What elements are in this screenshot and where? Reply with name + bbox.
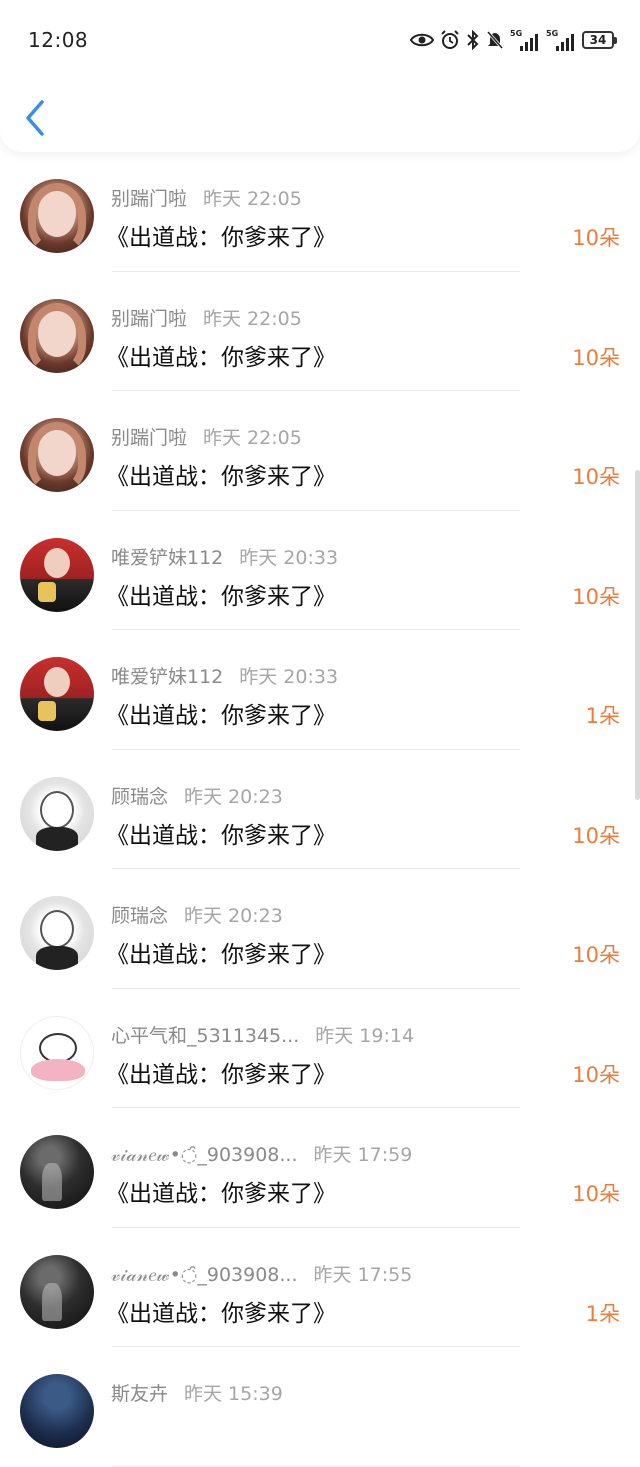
timestamp: 昨天 19:14 [315, 1024, 415, 1047]
list-item[interactable]: 顾瑞念 昨天 20:23 《出道战：你爹来了》 10朵 [0, 750, 640, 869]
top-bar: 12:08 5G 5G 34 [0, 0, 640, 152]
user-name[interactable]: 心平气和_5311345... [111, 1025, 299, 1047]
mute-bell-icon [486, 30, 504, 50]
work-title: 《出道战：你爹来了》 [106, 464, 336, 490]
gift-count: 1朵 [585, 704, 620, 728]
item-meta: 唯爱铲妹112 昨天 20:33 [111, 662, 338, 689]
avatar[interactable] [20, 1135, 94, 1209]
timestamp: 昨天 22:05 [203, 307, 302, 330]
gift-count: 10朵 [572, 465, 620, 489]
user-name[interactable]: 𝓋𝒾𝒶𝓃𝑒𝓌•◌̑_903908... [111, 1144, 298, 1166]
scrollbar-thumb[interactable] [635, 470, 640, 800]
timestamp: 昨天 20:33 [239, 666, 339, 688]
user-name[interactable]: 斯友卉 [111, 1383, 168, 1405]
avatar[interactable] [20, 1374, 94, 1448]
avatar[interactable] [20, 896, 94, 970]
work-title: 《出道战：你爹来了》 [106, 703, 336, 729]
alarm-icon [440, 30, 460, 50]
avatar[interactable] [20, 537, 94, 612]
back-button[interactable] [18, 96, 58, 140]
status-bar: 12:08 5G 5G 34 [0, 0, 640, 80]
battery-indicator: 34 [582, 31, 617, 49]
user-name[interactable]: 别踹门啦 [111, 308, 187, 330]
work-title: 《出道战：你爹来了》 [106, 942, 336, 968]
item-meta: 顾瑞念 昨天 20:23 [111, 901, 283, 928]
timestamp: 昨天 20:23 [184, 785, 283, 808]
item-meta: 心平气和_5311345... 昨天 19:14 [111, 1021, 414, 1048]
list-item[interactable]: 别踹门啦 昨天 22:05 《出道战：你爹来了》 10朵 [0, 272, 640, 391]
list-item[interactable]: 唯爱铲妹112 昨天 20:33 《出道战：你爹来了》 1朵 [0, 630, 640, 750]
list-item[interactable]: 别踹门啦 昨天 22:05 《出道战：你爹来了》 10朵 [0, 152, 640, 272]
work-title: 《出道战：你爹来了》 [106, 225, 336, 251]
cellular-signal-1-icon: 5G [510, 29, 540, 51]
chevron-left-icon [26, 100, 44, 136]
avatar[interactable] [20, 1254, 94, 1329]
avatar[interactable] [20, 657, 94, 731]
user-name[interactable]: 唯爱铲妹112 [111, 666, 223, 688]
work-title: 《出道战：你爹来了》 [106, 583, 336, 610]
gift-count: 10朵 [572, 1062, 620, 1087]
item-meta: 别踹门啦 昨天 22:05 [111, 423, 302, 450]
user-name[interactable]: 唯爱铲妹112 [111, 547, 223, 569]
user-name[interactable]: 顾瑞念 [111, 786, 168, 808]
work-title: 《出道战：你爹来了》 [106, 1181, 336, 1207]
timestamp: 昨天 22:05 [203, 188, 302, 210]
avatar[interactable] [20, 179, 94, 253]
gift-count: 10朵 [572, 345, 620, 370]
timestamp: 昨天 15:39 [184, 1383, 283, 1405]
item-meta: 别踹门啦 昨天 22:05 [111, 184, 302, 211]
timestamp: 昨天 22:05 [203, 427, 302, 449]
user-name[interactable]: 顾瑞念 [111, 905, 168, 927]
eye-icon [410, 32, 434, 48]
user-name[interactable]: 别踹门啦 [111, 188, 187, 210]
avatar[interactable] [20, 776, 94, 851]
item-meta: 顾瑞念 昨天 20:23 [111, 782, 283, 809]
status-time: 12:08 [28, 28, 89, 52]
timestamp: 昨天 17:55 [313, 1263, 413, 1286]
status-icons: 5G 5G 34 [410, 26, 617, 54]
cellular-signal-2-icon: 5G [546, 29, 576, 51]
work-title: 《出道战：你爹来了》 [106, 1061, 336, 1088]
user-name[interactable]: 𝓋𝒾𝒶𝓃𝑒𝓌•◌̑_903908... [111, 1264, 298, 1286]
list-item[interactable]: 顾瑞念 昨天 20:23 《出道战：你爹来了》 10朵 [0, 869, 640, 989]
item-meta: 𝓋𝒾𝒶𝓃𝑒𝓌•◌̑_903908... 昨天 17:59 [111, 1140, 412, 1167]
gift-count: 10朵 [572, 823, 620, 848]
list-item[interactable]: 别踹门啦 昨天 22:05 《出道战：你爹来了》 10朵 [0, 391, 640, 511]
gift-count: 10朵 [572, 584, 620, 609]
work-title: 《出道战：你爹来了》 [106, 822, 336, 849]
list-item[interactable]: 心平气和_5311345... 昨天 19:14 《出道战：你爹来了》 10朵 [0, 989, 640, 1108]
list-item[interactable]: 斯友卉 昨天 15:39 [0, 1347, 640, 1467]
bluetooth-icon [466, 30, 480, 50]
divider [112, 1465, 520, 1467]
list-item[interactable]: 唯爱铲妹112 昨天 20:33 《出道战：你爹来了》 10朵 [0, 511, 640, 630]
item-meta: 𝓋𝒾𝒶𝓃𝑒𝓌•◌̑_903908... 昨天 17:55 [111, 1260, 412, 1287]
timestamp: 昨天 20:33 [239, 546, 339, 569]
gift-count: 1朵 [585, 1301, 620, 1326]
gift-record-list: 别踹门啦 昨天 22:05 《出道战：你爹来了》 10朵 别踹门啦 昨天 22:05 《出道… [0, 152, 640, 1467]
avatar[interactable] [20, 298, 94, 373]
list-item[interactable]: 𝓋𝒾𝒶𝓃𝑒𝓌•◌̑_903908... 昨天 17:59 《出道战：你爹来了》 10朵 [0, 1108, 640, 1228]
timestamp: 昨天 17:59 [313, 1144, 413, 1166]
user-name[interactable]: 别踹门啦 [111, 427, 187, 449]
gift-count: 10朵 [572, 943, 620, 967]
work-title: 《出道战：你爹来了》 [106, 1300, 336, 1327]
work-title: 《出道战：你爹来了》 [106, 344, 336, 371]
list-item[interactable]: 𝓋𝒾𝒶𝓃𝑒𝓌•◌̑_903908... 昨天 17:55 《出道战：你爹来了》 1朵 [0, 1228, 640, 1347]
timestamp: 昨天 20:23 [184, 905, 283, 927]
avatar[interactable] [20, 1015, 94, 1090]
item-meta: 唯爱铲妹112 昨天 20:33 [111, 543, 338, 570]
item-meta: 别踹门啦 昨天 22:05 [111, 304, 302, 331]
item-meta: 斯友卉 昨天 15:39 [111, 1379, 283, 1406]
avatar[interactable] [20, 418, 94, 492]
gift-count: 10朵 [572, 1182, 620, 1206]
gift-count: 10朵 [572, 226, 620, 250]
